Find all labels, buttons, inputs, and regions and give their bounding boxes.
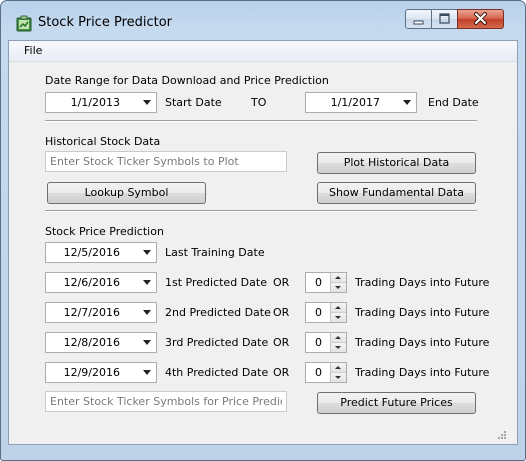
days-into-future-4-label: Trading Days into Future (355, 366, 490, 379)
minimize-button[interactable] (405, 9, 432, 29)
or-label: OR (273, 336, 290, 349)
training-date-picker[interactable]: 12/5/2016 (45, 242, 157, 263)
predicted-date-2-picker[interactable]: 12/7/2016 (45, 302, 157, 323)
arrow-up-icon (335, 306, 341, 309)
menu-bar (9, 41, 517, 62)
app-icon (16, 15, 32, 32)
predicted-date-3-label: 3rd Predicted Date (165, 336, 269, 349)
end-date-picker[interactable]: 1/1/2017 (305, 92, 417, 113)
chevron-down-icon (143, 310, 151, 315)
ticker-predict-input-box[interactable] (45, 391, 287, 412)
predicted-date-1-label: 1st Predicted Date (165, 276, 267, 289)
start-date-picker[interactable]: 1/1/2013 (45, 92, 157, 113)
spin-down-button[interactable] (331, 283, 346, 292)
predicted-date-4-label: 4th Predicted Date (165, 366, 269, 379)
chevron-down-icon (143, 100, 151, 105)
arrow-down-icon (335, 376, 341, 379)
arrow-up-icon (335, 276, 341, 279)
ticker-plot-input-box[interactable] (45, 151, 287, 172)
spin-down-button[interactable] (331, 343, 346, 352)
days-3-value: 0 (315, 336, 322, 349)
arrow-up-icon (335, 336, 341, 339)
arrow-down-icon (335, 316, 341, 319)
days-2-value: 0 (315, 306, 322, 319)
days-into-future-1-spinner[interactable]: 0 (305, 272, 347, 293)
or-label: OR (273, 276, 290, 289)
days-into-future-1-label: Trading Days into Future (355, 276, 490, 289)
plot-historical-button[interactable]: Plot Historical Data (317, 152, 476, 174)
predict-future-prices-button[interactable]: Predict Future Prices (317, 392, 476, 414)
maximize-button[interactable] (431, 9, 458, 29)
menu-file[interactable]: File (24, 44, 42, 57)
days-into-future-2-label: Trading Days into Future (355, 306, 490, 319)
days-into-future-3-label: Trading Days into Future (355, 336, 490, 349)
start-date-label: Start Date (165, 96, 222, 109)
maximize-icon (439, 13, 450, 24)
predicted-date-1-value: 12/6/2016 (63, 276, 120, 289)
close-icon (474, 12, 487, 25)
spin-down-button[interactable] (331, 313, 346, 322)
predicted-date-2-value: 12/7/2016 (63, 306, 120, 319)
days-into-future-3-spinner[interactable]: 0 (305, 332, 347, 353)
window-title: Stock Price Predictor (38, 15, 173, 30)
chevron-down-icon (143, 370, 151, 375)
close-button[interactable] (457, 9, 504, 29)
end-date-label: End Date (428, 96, 479, 109)
spin-up-button[interactable] (331, 363, 346, 373)
training-date-label: Last Training Date (165, 246, 265, 259)
or-label: OR (273, 366, 290, 379)
days-4-value: 0 (315, 366, 322, 379)
minimize-icon (413, 20, 424, 25)
predicted-date-3-picker[interactable]: 12/8/2016 (45, 332, 157, 353)
separator (45, 120, 477, 122)
chevron-down-icon (143, 250, 151, 255)
prediction-section-label: Stock Price Prediction (45, 225, 164, 238)
to-label: TO (251, 96, 267, 109)
chevron-down-icon (143, 280, 151, 285)
days-into-future-4-spinner[interactable]: 0 (305, 362, 347, 383)
predicted-date-1-picker[interactable]: 12/6/2016 (45, 272, 157, 293)
spin-up-button[interactable] (331, 273, 346, 283)
lookup-symbol-button[interactable]: Lookup Symbol (47, 182, 206, 204)
training-date-value: 12/5/2016 (63, 246, 120, 259)
spin-up-button[interactable] (331, 333, 346, 343)
fundamental-data-button[interactable]: Show Fundamental Data (317, 182, 476, 204)
start-date-value: 1/1/2013 (70, 96, 120, 109)
days-into-future-2-spinner[interactable]: 0 (305, 302, 347, 323)
historical-section-label: Historical Stock Data (45, 135, 161, 148)
resize-grip-icon[interactable] (494, 429, 508, 443)
days-1-value: 0 (315, 276, 322, 289)
or-label: OR (273, 306, 290, 319)
spin-down-button[interactable] (331, 373, 346, 382)
arrow-down-icon (335, 346, 341, 349)
arrow-down-icon (335, 286, 341, 289)
chevron-down-icon (143, 340, 151, 345)
predicted-date-3-value: 12/8/2016 (63, 336, 120, 349)
chevron-down-icon (403, 100, 411, 105)
ticker-predict-input[interactable] (46, 392, 286, 411)
ticker-plot-input[interactable] (46, 152, 286, 171)
predicted-date-4-value: 12/9/2016 (63, 366, 120, 379)
predicted-date-2-label: 2nd Predicted Date (165, 306, 271, 319)
date-range-section-label: Date Range for Data Download and Price P… (45, 74, 329, 87)
arrow-up-icon (335, 366, 341, 369)
predicted-date-4-picker[interactable]: 12/9/2016 (45, 362, 157, 383)
spin-up-button[interactable] (331, 303, 346, 313)
end-date-value: 1/1/2017 (330, 96, 380, 109)
separator (45, 210, 477, 212)
